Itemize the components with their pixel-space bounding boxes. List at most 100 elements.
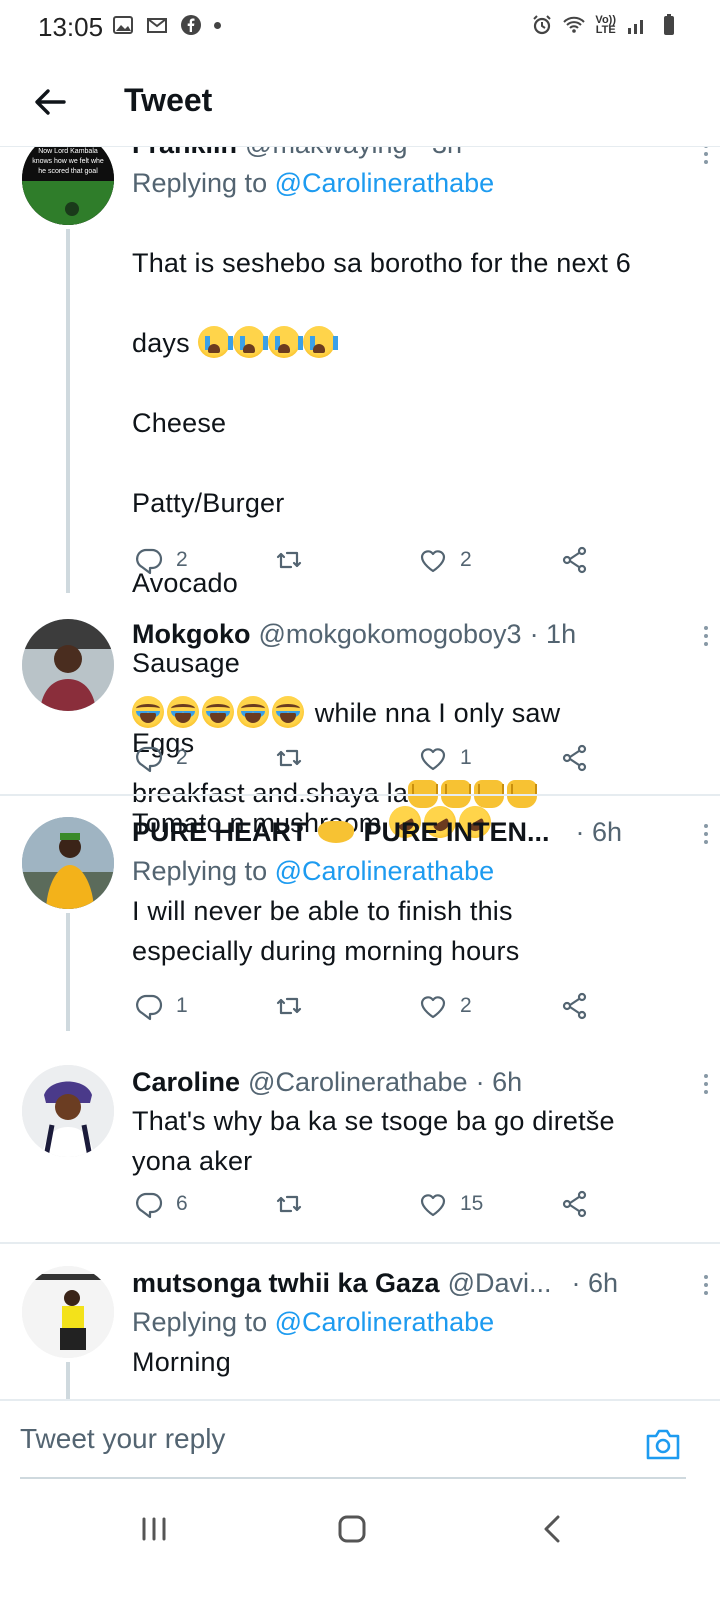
handle: @makwaying (245, 147, 407, 160)
text-after-emoji: while nna I only saw (314, 698, 561, 728)
avatar[interactable] (22, 619, 114, 711)
crying-emoji-icon (302, 326, 338, 358)
tweet-content: Caroline @Carolinerathabe · 6h That's wh… (132, 1063, 696, 1181)
handle: @Carolinerathabe (248, 1066, 468, 1097)
tweet-actions: 2 1 (132, 743, 602, 783)
tweet-mokgoko[interactable]: Mokgoko @mokgokomogoboy3 · 1h while nna … (0, 615, 720, 808)
handle: @Davi... (447, 1267, 552, 1298)
gallery-icon (113, 16, 133, 34)
display-name[interactable]: PURE HEART (132, 817, 308, 848)
more-options-icon[interactable] (702, 821, 710, 849)
like-button[interactable]: 2 (418, 545, 472, 575)
display-name[interactable]: Caroline (132, 1067, 240, 1098)
tweet-franklin[interactable]: Now Lord Kambala knows how we felt whe h… (0, 147, 720, 844)
timestamp: · 3h (416, 147, 463, 160)
camera-icon[interactable] (644, 1425, 682, 1463)
avatar-image (22, 817, 114, 909)
thread-line (66, 913, 70, 1031)
heart-icon (420, 996, 446, 1019)
avatar-image (22, 1266, 114, 1358)
share-button[interactable] (560, 545, 590, 575)
like-button[interactable]: 2 (418, 991, 472, 1021)
replying-to: Replying to @Carolinerathabe (132, 163, 696, 203)
status-left-icons (112, 14, 221, 36)
reply-icon (136, 548, 163, 575)
mention-link[interactable]: @Carolinerathabe (275, 856, 495, 886)
avatar[interactable] (22, 817, 114, 909)
reply-button[interactable]: 6 (134, 1189, 188, 1219)
retweet-button[interactable] (274, 991, 304, 1021)
tweet-actions: 6 15 (132, 1189, 602, 1229)
reply-button[interactable]: 2 (134, 743, 188, 773)
recent-apps-icon[interactable] (134, 1509, 174, 1549)
header: Tweet (0, 64, 720, 148)
avatar[interactable]: Now Lord Kambala knows how we felt whe h… (22, 147, 114, 225)
share-button[interactable] (560, 1189, 590, 1219)
home-icon[interactable] (332, 1509, 372, 1549)
display-name[interactable]: Franklin (132, 147, 237, 160)
tweet-text: I will never be able to finish this espe… (132, 896, 520, 966)
tweet-actions: 1 2 (132, 991, 602, 1031)
android-nav-bar (0, 1485, 720, 1600)
display-name[interactable]: Mokgoko (132, 619, 251, 650)
gmail-icon (147, 18, 167, 33)
retweet-icon (276, 997, 302, 1015)
more-options-icon[interactable] (702, 623, 710, 651)
laughing-emoji-icon (202, 696, 234, 728)
tweet-content: PURE HEART PURE INTEN... · 6h Replying t… (132, 813, 696, 971)
back-icon[interactable] (534, 1509, 574, 1549)
reply-button[interactable]: 1 (134, 991, 188, 1021)
dot-icon (214, 21, 221, 29)
reply-icon (136, 994, 163, 1021)
retweet-icon (276, 551, 302, 569)
retweet-button[interactable] (274, 545, 304, 575)
like-count: 2 (460, 548, 472, 571)
reply-button[interactable]: 2 (134, 545, 188, 575)
more-options-icon[interactable] (702, 147, 710, 169)
mention-link[interactable]: @Carolinerathabe (275, 1307, 495, 1337)
tweet-text: Morning (132, 1347, 231, 1377)
avatar[interactable] (22, 1266, 114, 1358)
reply-underline (20, 1477, 686, 1479)
share-icon (562, 992, 587, 1020)
retweet-icon (276, 749, 302, 767)
tweet-pure-heart[interactable]: PURE HEART PURE INTEN... · 6h Replying t… (0, 813, 720, 1031)
like-button[interactable]: 1 (418, 743, 472, 773)
name-line: Mokgoko @mokgokomogoboy3 · 1h (132, 615, 696, 653)
timestamp: · 6h (571, 1267, 619, 1298)
display-name[interactable]: mutsonga twhii ka Gaza (132, 1268, 440, 1299)
status-bar: 13:05 Vo)) LTE (0, 0, 720, 56)
replying-to: Replying to @Carolinerathabe (132, 851, 696, 891)
tweet-mutsonga[interactable]: mutsonga twhii ka Gaza @Davi... · 6h Rep… (0, 1260, 720, 1399)
avatar[interactable] (22, 1065, 114, 1157)
tweet-text: That's why ba ka se tsoge ba go diretše … (132, 1106, 615, 1176)
signal-icon (628, 20, 643, 34)
list-item: Patty/Burger (132, 488, 285, 518)
name-line: Franklin @makwaying · 3h (132, 147, 696, 163)
laughing-emoji-icon (132, 696, 164, 728)
timestamp: · 6h (575, 816, 623, 847)
thread-line (66, 1362, 70, 1399)
share-icon (562, 744, 587, 772)
retweet-button[interactable] (274, 743, 304, 773)
like-count: 2 (460, 994, 472, 1017)
laughing-emoji-icon (237, 696, 269, 728)
handle: @mokgokomogoboy3 (258, 618, 522, 649)
wifi-icon (563, 16, 586, 33)
reply-icon (136, 1192, 163, 1219)
back-arrow-icon[interactable] (30, 82, 70, 122)
share-button[interactable] (560, 991, 590, 1021)
mention-link[interactable]: @Carolinerathabe (275, 168, 495, 198)
reply-input[interactable]: Tweet your reply (20, 1423, 225, 1455)
reply-count: 2 (176, 746, 188, 769)
display-name-tail[interactable]: PURE INTEN... (364, 817, 550, 848)
status-time: 13:05 (38, 12, 104, 42)
retweet-button[interactable] (274, 1189, 304, 1219)
more-options-icon[interactable] (702, 1071, 710, 1099)
reply-feed[interactable]: Now Lord Kambala knows how we felt whe h… (0, 147, 720, 1399)
battery-icon (664, 14, 674, 35)
more-options-icon[interactable] (702, 1272, 710, 1300)
like-button[interactable]: 15 (418, 1189, 483, 1219)
tweet-caroline[interactable]: Caroline @Carolinerathabe · 6h That's wh… (0, 1059, 720, 1239)
share-button[interactable] (560, 743, 590, 773)
